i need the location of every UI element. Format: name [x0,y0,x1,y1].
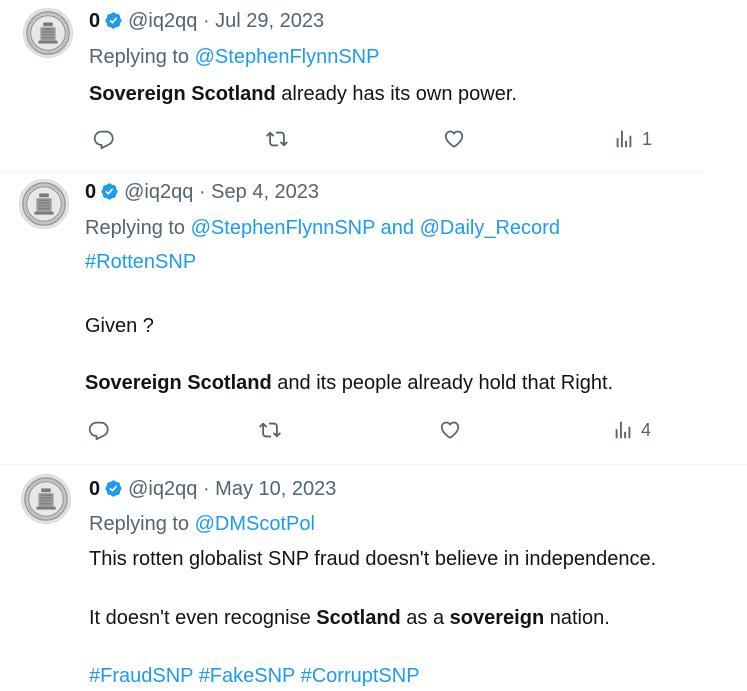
dot-separator: · [202,10,210,32]
author-name[interactable]: 0 [85,181,96,203]
seal-avatar-icon [22,475,70,523]
tweet-text-regular: already has its own power. [275,83,517,105]
tweet-text-regular: Given ? [85,315,154,337]
retweet-icon [266,128,288,150]
retweet-button[interactable] [266,128,288,150]
tweet-text-regular: This rotten globalist SNP fraud doesn't … [89,548,657,570]
tweet-date[interactable]: May 10, 2023 [215,478,336,500]
reply-icon [93,128,115,150]
hashtag-link[interactable]: #FraudSNP #FakeSNP #CorruptSNP [89,665,420,687]
author-handle[interactable]: @iq2qq [128,478,197,500]
tweet-text: Sovereign Scotland already has its own p… [89,81,517,107]
hashtag-link[interactable]: #RottenSNP [85,251,196,273]
divider [0,172,705,173]
replying-and: and [380,217,415,239]
seal-avatar-icon [24,9,72,57]
verified-badge-icon [100,182,119,201]
reply-icon [88,419,110,441]
tweet-text-bold: Sovereign Scotland [85,372,272,394]
hashtag-line: #FraudSNP #FakeSNP #CorruptSNP [89,663,420,689]
views-icon [612,419,634,441]
avatar[interactable] [23,8,73,58]
like-icon [439,419,461,441]
replying-to-label: Replying to [89,46,190,68]
replying-to-line: Replying to @StephenFlynnSNP and @Daily_… [85,215,560,241]
author-handle[interactable]: @iq2qq [128,10,197,32]
views-icon [613,128,635,150]
tweet-text-regular: and its people already hold that Right. [271,372,614,394]
dot-separator: · [198,181,206,203]
tweet-text: It doesn't even recognise Scotland as a … [89,605,610,631]
tweet-text-regular: as a [400,607,450,629]
mention-link[interactable]: @StephenFlynnSNP [191,217,375,239]
like-button[interactable] [443,128,465,150]
action-bar: 4 [0,419,747,445]
divider [0,464,747,465]
mention-link[interactable]: @DMScotPol [195,513,315,535]
replying-to-line: Replying to @DMScotPol [89,511,315,537]
tweet-header: 0 @iq2qq · May 10, 2023 [89,476,336,502]
action-bar: 1 [0,128,747,154]
mention-link[interactable]: @Daily_Record [420,217,560,239]
replying-to-line: Replying to @StephenFlynnSNP [89,44,379,70]
views-button[interactable]: 4 [612,419,651,441]
tweet-text-regular: nation. [544,607,610,629]
reply-button[interactable] [88,419,110,441]
author-handle[interactable]: @iq2qq [124,181,193,203]
tweet-header: 0 @iq2qq · Jul 29, 2023 [89,8,324,34]
replying-to-label: Replying to [89,513,190,535]
tweet-date[interactable]: Sep 4, 2023 [211,181,319,203]
like-icon [443,128,465,150]
mention-link[interactable]: @StephenFlynnSNP [195,46,380,68]
author-name[interactable]: 0 [89,478,100,500]
tweet-text-regular: It doesn't even recognise [89,607,317,629]
views-button[interactable]: 1 [613,128,652,150]
tweet-text-bold: sovereign [449,607,545,629]
verified-badge-icon [104,11,123,30]
author-name[interactable]: 0 [89,10,100,32]
tweet-text-bold: Scotland [316,607,401,629]
tweet-text-bold: Sovereign Scotland [89,83,276,105]
retweet-icon [259,419,281,441]
tweet-text: Given ? [85,313,154,339]
dot-separator: · [202,478,210,500]
reply-button[interactable] [93,128,115,150]
replying-to-label: Replying to [85,217,186,239]
tweet-date[interactable]: Jul 29, 2023 [215,10,324,32]
avatar[interactable] [21,474,71,524]
views-count: 4 [641,419,652,440]
like-button[interactable] [439,419,461,441]
retweet-button[interactable] [259,419,281,441]
tweet-text: This rotten globalist SNP fraud doesn't … [89,546,656,572]
hashtag-line: #RottenSNP [85,249,196,275]
tweet-header: 0 @iq2qq · Sep 4, 2023 [85,179,319,205]
seal-avatar-icon [20,180,68,228]
verified-badge-icon [104,479,123,498]
views-count: 1 [642,128,653,149]
tweet-text: Sovereign Scotland and its people alread… [85,370,613,396]
avatar[interactable] [19,179,69,229]
